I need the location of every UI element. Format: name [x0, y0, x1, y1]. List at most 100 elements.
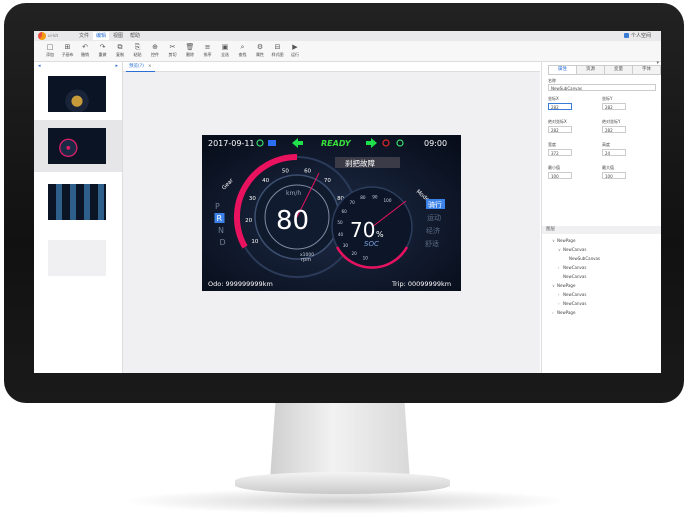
toolbar-button-label: 撤销	[81, 52, 89, 57]
soc-tick-label: 80	[360, 195, 366, 200]
layer-tree-label: NewCanvas	[563, 274, 587, 279]
menu-item-1[interactable]: 编辑	[93, 32, 110, 40]
monitor-bezel: ui-kit 文件 编辑 视图 帮助 个人空间 □ 添加 ⊞ 子画布 ↶ 撤销 ↷ 重做 ⧉ 复制 ⎘ 粘贴…	[4, 3, 684, 403]
properties-tab-2[interactable]: 变量	[604, 65, 633, 75]
speed-tick-label: 30	[249, 196, 256, 202]
toolbar-button-3[interactable]: ↷ 重做	[95, 42, 111, 58]
property-field[interactable]: 282	[548, 103, 572, 110]
date-text: 2017-09-11	[208, 139, 255, 148]
toolbar-icon: ≡	[204, 43, 211, 51]
soc-tick-label: 30	[343, 243, 349, 248]
toolbar-button-label: 排序	[203, 52, 212, 57]
gear-item: P	[215, 202, 220, 211]
menu-bar: ui-kit 文件 编辑 视图 帮助 个人空间	[34, 31, 661, 41]
rpm-label-text: rpm	[301, 257, 311, 263]
soc-tick-label: 50	[337, 220, 343, 225]
property-label: 最小值	[548, 165, 560, 170]
close-tab-icon[interactable]: ×	[148, 64, 152, 69]
soc-value-text: 70	[350, 218, 375, 242]
toolbar-icon: ▣	[221, 43, 229, 51]
toolbar-button-label: 剪切	[168, 52, 177, 57]
property-label: 坐标X	[548, 96, 559, 101]
toolbar-icon: ↶	[82, 43, 88, 51]
speed-value-text: 80	[276, 206, 309, 236]
page-thumbnail-3[interactable]	[34, 176, 122, 228]
tab-preview[interactable]: 预览(?) ×	[126, 62, 155, 72]
property-field[interactable]: 282	[548, 126, 572, 133]
page-thumbnail-2[interactable]	[34, 120, 122, 172]
toolbar-button-label: 查找	[238, 52, 247, 57]
layer-tree-item[interactable]: › NewCanvas	[558, 265, 586, 271]
page-thumbnail-1[interactable]	[34, 68, 122, 120]
soc-pct-text: %	[376, 230, 384, 239]
toolbar-button-6[interactable]: ⊕ 控件	[147, 42, 163, 58]
speed-unit-text: km/h	[286, 190, 301, 197]
speed-tick-label: 70	[324, 178, 331, 184]
beam-icon	[268, 140, 276, 146]
page-thumbnail-image	[48, 128, 106, 164]
toolbar-button-label: 复制	[116, 52, 124, 57]
gear-item: D	[220, 238, 226, 247]
gear-item: R	[217, 214, 223, 223]
property-field[interactable]: 372	[548, 149, 572, 156]
toolbar-button-label: 子画布	[61, 52, 74, 57]
property-field[interactable]: 100	[602, 172, 626, 179]
toolbar-button-14[interactable]: ▶ 运行	[287, 42, 303, 58]
layer-tree-item[interactable]: › NewCanvas	[558, 292, 586, 298]
toolbar-button-8[interactable]: 🗑 删除	[182, 42, 198, 58]
mode-item: 骑行	[428, 200, 442, 209]
layer-tree-item[interactable]: › NewCanvas	[558, 301, 586, 307]
page-thumbnail-empty	[48, 240, 106, 276]
layer-tree-item[interactable]: ∨ NewCanvas	[558, 247, 586, 253]
toolbar-button-2[interactable]: ↶ 撤销	[77, 42, 93, 58]
toolbar-button-13[interactable]: ⊟ 样式图	[270, 42, 286, 58]
toolbar-icon: ⌕	[240, 43, 245, 51]
pages-panel: ◂ ▸	[34, 62, 123, 373]
toolbar-button-11[interactable]: ⌕ 查找	[235, 42, 251, 58]
editor-tabstrip: 预览(?) ×	[123, 62, 540, 72]
menu-item-2[interactable]: 视图	[110, 32, 126, 40]
user-space-link[interactable]: 个人空间	[623, 32, 651, 40]
toolbar-button-1[interactable]: ⊞ 子画布	[60, 42, 76, 58]
soc-tick-label: 10	[363, 256, 369, 261]
properties-tab-3[interactable]: 字体	[632, 65, 661, 75]
toolbar-button-7[interactable]: ✂ 剪切	[165, 42, 181, 58]
toolbar-button-9[interactable]: ≡ 排序	[200, 42, 216, 58]
soc-tick-label: 40	[338, 232, 344, 237]
property-field[interactable]: 282	[602, 126, 626, 133]
layer-tree-item[interactable]: › NewPage	[552, 310, 575, 316]
property-label: 绝对坐标Y	[602, 119, 621, 124]
dashboard-canvas[interactable]: 2017-09-11 READY 09:00 km/h 80 x1000 rpm	[202, 135, 461, 291]
toolbar-icon: ↷	[99, 43, 106, 51]
layer-tree-label: NewCanvas	[563, 301, 587, 306]
property-field[interactable]: 100	[548, 172, 572, 179]
speed-tick-label: 40	[262, 178, 269, 184]
layer-tree-item[interactable]: ∨ NewPage	[552, 238, 575, 244]
monitor-stand	[270, 400, 410, 480]
property-field[interactable]: 24	[602, 149, 626, 156]
toolbar-button-0[interactable]: □ 添加	[42, 42, 58, 58]
properties-tab-0[interactable]: 属性	[548, 65, 577, 75]
soc-tick-label: 70	[349, 200, 355, 205]
page-thumbnail-image	[48, 76, 106, 112]
property-field[interactable]: 282	[602, 103, 626, 110]
toolbar-button-4[interactable]: ⧉ 复制	[112, 42, 128, 58]
layer-tree-item[interactable]: NewCanvas	[558, 274, 586, 280]
toolbar-button-5[interactable]: ⎘ 粘贴	[130, 42, 146, 58]
soc-tick-label: 60	[341, 209, 347, 214]
menu-item-0[interactable]: 文件	[76, 32, 92, 40]
page-thumbnail-4[interactable]	[34, 232, 122, 284]
layer-tree-label: NewCanvas	[563, 265, 587, 270]
toolbar-button-label: 全选	[221, 52, 229, 57]
toolbar-button-10[interactable]: ▣ 全选	[217, 42, 233, 58]
page-thumbnail-image	[48, 184, 106, 220]
toolbar-icon: 🗑	[185, 43, 195, 51]
collapse-arrow-icon[interactable]: ▾	[656, 60, 659, 66]
layer-tree-item[interactable]: ∨ NewPage	[552, 283, 575, 289]
layer-tree-item[interactable]: NewSubCanvas	[564, 256, 600, 262]
toolbar-button-12[interactable]: ⚙ 属性	[252, 42, 268, 58]
properties-tab-1[interactable]: 资源	[576, 65, 605, 75]
name-field[interactable]: NewSubCanvas	[548, 84, 656, 91]
menu-item-3[interactable]: 帮助	[127, 32, 143, 40]
user-icon	[623, 33, 629, 38]
